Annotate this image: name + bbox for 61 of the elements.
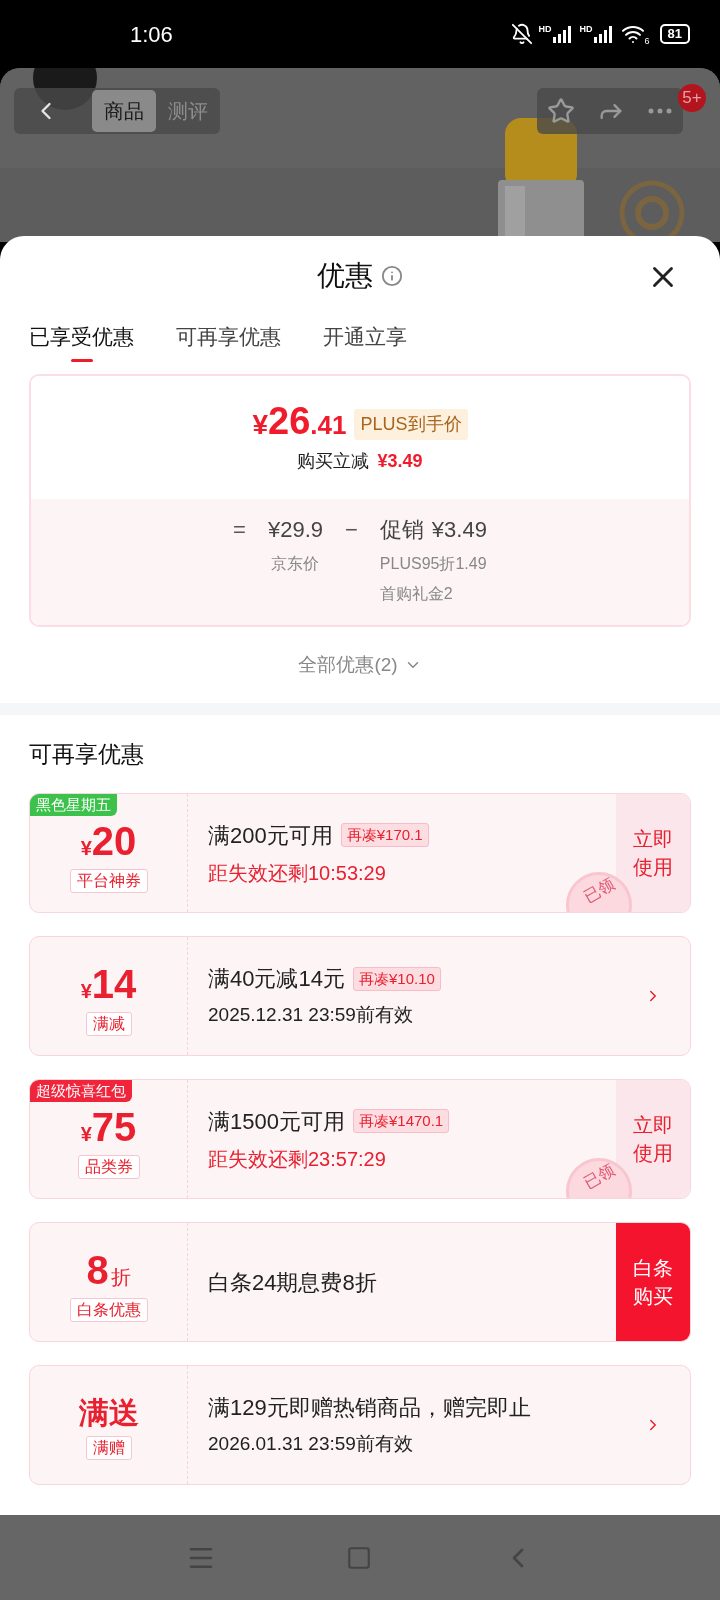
promo-label: 促销 (379, 516, 424, 544)
promo-amount: ¥3.49 (431, 516, 487, 544)
all-offers-link[interactable]: 全部优惠(2) (298, 650, 422, 680)
use-now-button[interactable]: 立即使用 (616, 1080, 690, 1198)
sheet-title: 优惠 (317, 259, 373, 293)
coupon-title: 满129元即赠热销商品，赠完即止 (208, 1394, 531, 1423)
claimed-stamp: 已领 (566, 1158, 632, 1198)
coupon-amount: ¥75 (80, 1107, 137, 1147)
base-price: ¥29.9 (267, 516, 323, 544)
battery-indicator: 81 (659, 24, 690, 44)
coupon-amount: 满送 (78, 1398, 139, 1428)
status-time: 1:06 (130, 20, 173, 49)
signal-icon (551, 25, 574, 43)
claimed-stamp: 已领 (566, 872, 632, 912)
offer-tab[interactable]: 开通立享 (323, 316, 407, 364)
coupon-type-label: 满赠 (85, 1436, 132, 1460)
top-up-hint: 再凑¥10.10 (352, 966, 441, 991)
coupon-tag: 超级惊喜红包 (30, 1080, 132, 1102)
top-up-hint: 再凑¥170.1 (340, 823, 429, 847)
coupon-title: 满40元减14元 (208, 965, 345, 994)
coupon-type-label: 满减 (85, 1012, 132, 1036)
coupon-type-label: 品类券 (77, 1155, 140, 1179)
minus-sign: − (345, 516, 358, 544)
coupon-amount: ¥14 (80, 964, 137, 1004)
coupon-title: 白条24期息费8折 (208, 1268, 377, 1297)
network-label: HD (579, 25, 593, 34)
base-price-label: 京东价 (271, 554, 320, 574)
wifi-label: 6 (644, 37, 650, 46)
section-title: 可再享优惠 (29, 739, 144, 769)
product-tab[interactable]: 测评 (156, 90, 220, 132)
mute-icon (510, 23, 533, 45)
signal-icon (592, 25, 615, 43)
network-label: HD (538, 25, 552, 34)
top-up-hint: 再凑¥1470.1 (352, 1109, 450, 1133)
promo-detail: PLUS95折1.49 (379, 554, 487, 574)
promo-detail: 首购礼金2 (379, 584, 454, 604)
equals-sign: = (233, 516, 246, 544)
saving-label: 购买立减 (297, 450, 370, 473)
more-icon (648, 108, 672, 114)
coupon-amount: ¥20 (80, 821, 137, 861)
coupon-title: 满1500元可用 (208, 1107, 345, 1136)
coupon-amount: 8折 (86, 1250, 131, 1290)
coupon-validity: 2025.12.31 23:59前有效 (208, 1003, 413, 1028)
use-now-button[interactable]: 立即使用 (616, 794, 690, 912)
coupon-tag: 黑色星期五 (30, 794, 117, 816)
coupon-validity: 距失效还剩23:57:29 (208, 1146, 386, 1172)
final-price: ¥26.41 (252, 402, 347, 444)
saving-amount: ¥3.49 (377, 450, 423, 473)
coupon-title: 满200元可用 (208, 821, 333, 850)
price-tag: PLUS到手价 (354, 408, 468, 440)
info-icon[interactable] (381, 265, 403, 287)
star-icon (547, 97, 575, 125)
buy-button[interactable]: 白条购买 (616, 1223, 690, 1341)
coupon-type-label: 白条优惠 (69, 1298, 148, 1322)
product-tab[interactable]: 商品 (92, 90, 156, 132)
coupon-validity: 2026.01.31 23:59前有效 (208, 1432, 413, 1457)
coupon-type-label: 平台神券 (69, 869, 148, 893)
offer-tab[interactable]: 可再享优惠 (176, 316, 281, 364)
home-icon[interactable] (346, 1544, 372, 1571)
offer-tab[interactable]: 已享受优惠 (29, 316, 134, 364)
coupon-validity: 距失效还剩10:53:29 (208, 860, 386, 886)
